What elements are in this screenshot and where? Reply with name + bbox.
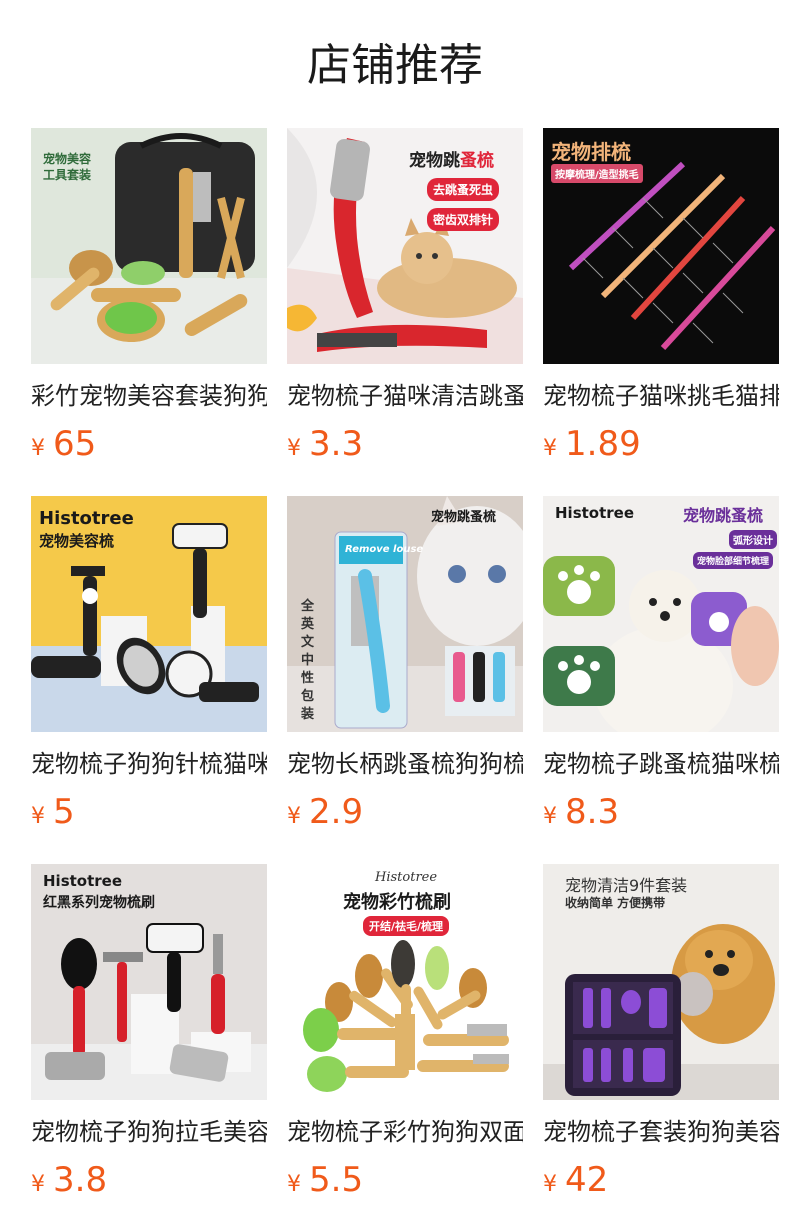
price-value: 2.9 <box>309 792 364 832</box>
bamboo-brush-fan-image[interactable]: Histotree 宠物彩竹梳刷 开结/祛毛/梳理 <box>287 864 523 1100</box>
image-tag-2: 宠物脸部细节梳理 <box>693 552 774 569</box>
currency-symbol: ¥ <box>287 804 301 829</box>
image-title: 宠物美容 <box>43 152 92 166</box>
grooming-brush-set-image[interactable]: Histotree 宠物美容梳 <box>31 496 267 732</box>
product-name[interactable]: 宠物梳子狗狗拉毛美容梳 <box>31 1116 267 1148</box>
currency-symbol: ¥ <box>543 1172 557 1197</box>
price-value: 3.3 <box>309 424 364 464</box>
image-tag: 开结/祛毛/梳理 <box>363 916 450 936</box>
image-tag-2: 密齿双排针 <box>427 208 500 231</box>
product-price: ¥5.5 <box>287 1158 523 1202</box>
image-title-b: 蚤梳 <box>460 151 494 171</box>
product-name[interactable]: 宠物梳子猫咪清洁跳蚤梳 <box>287 380 523 412</box>
product-name[interactable]: 宠物梳子跳蚤梳猫咪梳子 <box>543 748 779 780</box>
product-card[interactable]: Histotree 宠物彩竹梳刷 开结/祛毛/梳理 宠物梳子彩竹狗狗双面梳 ¥5… <box>287 864 523 1232</box>
price-value: 8.3 <box>565 792 620 832</box>
product-name[interactable]: 宠物梳子套装狗狗美容梳 <box>543 1116 779 1148</box>
currency-symbol: ¥ <box>31 1172 45 1197</box>
cleaning-kit-dog-image[interactable]: 宠物清洁9件套装 收纳简单 方便携带 <box>543 864 779 1100</box>
currency-symbol: ¥ <box>31 436 45 461</box>
page-title: 店铺推荐 <box>307 40 483 91</box>
product-price: ¥3.8 <box>31 1158 267 1202</box>
currency-symbol: ¥ <box>287 436 301 461</box>
product-grid: 宠物美容 工具套装 彩竹宠物美容套装狗狗梳子 ¥65 <box>31 128 790 1232</box>
bamboo-grooming-kit-image[interactable]: 宠物美容 工具套装 <box>31 128 267 364</box>
image-title: 宠物美容梳 <box>39 532 115 550</box>
currency-symbol: ¥ <box>543 804 557 829</box>
product-price: ¥3.3 <box>287 422 523 466</box>
product-card[interactable]: Histotree 宠物跳蚤梳 弧形设计 宠物脸部细节梳理 宠物梳子跳蚤梳猫咪梳… <box>543 496 779 864</box>
image-brand: Histotree <box>555 504 635 522</box>
price-value: 65 <box>53 424 97 464</box>
product-name[interactable]: 彩竹宠物美容套装狗狗梳子 <box>31 380 267 412</box>
image-subtitle: 工具套装 <box>43 168 92 182</box>
product-price: ¥1.89 <box>543 422 779 466</box>
product-card[interactable]: Histotree 红黑系列宠物梳刷 宠物梳子狗狗拉毛美容梳 ¥3.8 <box>31 864 267 1232</box>
image-title: 宠物排梳 <box>551 140 631 164</box>
image-tag-1: 弧形设计 <box>729 530 777 549</box>
product-name[interactable]: 宠物梳子彩竹狗狗双面梳 <box>287 1116 523 1148</box>
image-title: 宠物彩竹梳刷 <box>343 892 451 913</box>
red-black-brush-set-image[interactable]: Histotree 红黑系列宠物梳刷 <box>31 864 267 1100</box>
product-card[interactable]: 宠物排梳 按摩梳理/造型挑毛 宠物梳子猫咪挑毛猫排梳 ¥1.89 <box>543 128 779 496</box>
product-card[interactable]: 宠物美容 工具套装 彩竹宠物美容套装狗狗梳子 ¥65 <box>31 128 267 496</box>
product-price: ¥8.3 <box>543 790 779 834</box>
product-card[interactable]: 宠物跳 蚤梳 去跳蚤死虫 密齿双排针 宠物梳子猫咪清洁跳蚤梳 ¥3.3 <box>287 128 523 496</box>
product-card[interactable]: 宠物跳蚤梳 Remove louse 全英文中性包装 宠物长柄跳蚤梳狗狗梳子 ¥… <box>287 496 523 864</box>
product-name[interactable]: 宠物梳子猫咪挑毛猫排梳 <box>543 380 779 412</box>
product-price: ¥5 <box>31 790 267 834</box>
image-brand: Histotree <box>375 870 438 885</box>
image-title-a: 宠物跳 <box>409 151 460 171</box>
image-side-text: 全英文中性包装 <box>301 599 315 722</box>
product-price: ¥65 <box>31 422 267 466</box>
currency-symbol: ¥ <box>543 436 557 461</box>
image-subtitle: 收纳简单 方便携带 <box>565 896 666 910</box>
long-handle-flea-comb-image[interactable]: 宠物跳蚤梳 Remove louse 全英文中性包装 <box>287 496 523 732</box>
image-title: 红黑系列宠物梳刷 <box>43 895 155 911</box>
product-card[interactable]: Histotree 宠物美容梳 宠物梳子狗狗针梳猫咪梳 ¥5 <box>31 496 267 864</box>
product-name[interactable]: 宠物梳子狗狗针梳猫咪梳 <box>31 748 267 780</box>
product-name[interactable]: 宠物长柄跳蚤梳狗狗梳子 <box>287 748 523 780</box>
image-brand: Histotree <box>39 508 134 529</box>
product-price: ¥2.9 <box>287 790 523 834</box>
currency-symbol: ¥ <box>287 1172 301 1197</box>
flea-comb-cat-image[interactable]: 宠物跳 蚤梳 去跳蚤死虫 密齿双排针 <box>287 128 523 364</box>
price-value: 5 <box>53 792 75 832</box>
price-value: 42 <box>565 1160 609 1200</box>
image-brand: Histotree <box>43 872 123 890</box>
price-value: 1.89 <box>565 424 641 464</box>
paw-flea-comb-image[interactable]: Histotree 宠物跳蚤梳 弧形设计 宠物脸部细节梳理 <box>543 496 779 732</box>
image-title: 宠物清洁9件套装 <box>565 876 688 895</box>
image-tag-1: 去跳蚤死虫 <box>427 178 500 201</box>
currency-symbol: ¥ <box>31 804 45 829</box>
image-title: 宠物跳蚤梳 <box>683 506 764 525</box>
row-comb-image[interactable]: 宠物排梳 按摩梳理/造型挑毛 <box>543 128 779 364</box>
price-value: 3.8 <box>53 1160 108 1200</box>
product-price: ¥42 <box>543 1158 779 1202</box>
image-title: 宠物跳蚤梳 <box>431 510 497 525</box>
image-subtitle: 按摩梳理/造型挑毛 <box>551 164 643 183</box>
price-value: 5.5 <box>309 1160 364 1200</box>
image-label: Remove louse <box>345 544 424 555</box>
product-card[interactable]: 宠物清洁9件套装 收纳简单 方便携带 宠物梳子套装狗狗美容梳 ¥42 <box>543 864 779 1232</box>
